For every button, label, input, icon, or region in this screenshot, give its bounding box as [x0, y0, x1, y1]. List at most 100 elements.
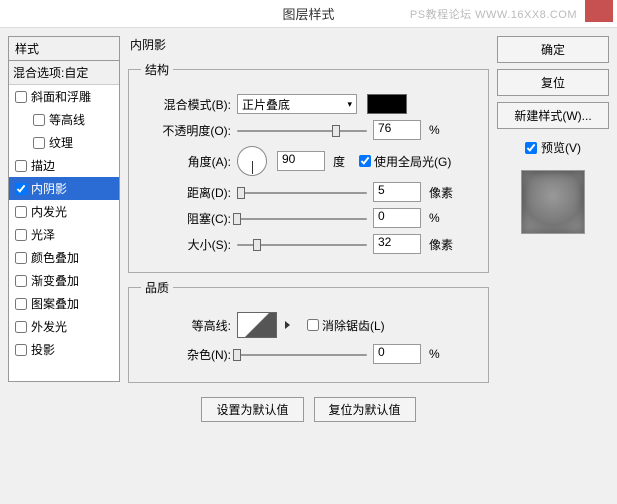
size-unit: 像素	[429, 236, 453, 253]
style-checkbox[interactable]	[15, 91, 27, 103]
style-checkbox[interactable]	[15, 252, 27, 264]
new-style-button[interactable]: 新建样式(W)...	[497, 102, 609, 129]
style-row[interactable]: 纹理	[9, 131, 119, 154]
style-checkbox[interactable]	[15, 183, 27, 195]
opacity-input[interactable]: 76	[373, 120, 421, 140]
style-label: 外发光	[31, 318, 67, 335]
angle-label: 角度(A):	[141, 153, 231, 170]
noise-label: 杂色(N):	[141, 346, 231, 363]
style-label: 颜色叠加	[31, 249, 79, 266]
noise-slider[interactable]	[237, 347, 367, 361]
style-row[interactable]: 外发光	[9, 315, 119, 338]
blend-mode-label: 混合模式(B):	[141, 96, 231, 113]
distance-row: 距离(D): 5 像素	[141, 182, 476, 202]
size-slider[interactable]	[237, 237, 367, 251]
choke-slider[interactable]	[237, 211, 367, 225]
reset-default-button[interactable]: 复位为默认值	[314, 397, 416, 422]
style-label: 斜面和浮雕	[31, 88, 91, 105]
style-checkbox[interactable]	[15, 275, 27, 287]
opacity-slider[interactable]	[237, 123, 367, 137]
styles-list[interactable]: 混合选项:自定斜面和浮雕等高线纹理描边内阴影内发光光泽颜色叠加渐变叠加图案叠加外…	[8, 60, 120, 382]
noise-unit: %	[429, 347, 440, 361]
contour-picker[interactable]	[237, 312, 277, 338]
choke-label: 阻塞(C):	[141, 210, 231, 227]
size-label: 大小(S):	[141, 236, 231, 253]
style-checkbox[interactable]	[15, 298, 27, 310]
preview-checkbox[interactable]: 预览(V)	[497, 139, 609, 156]
style-row[interactable]: 描边	[9, 154, 119, 177]
quality-legend: 品质	[141, 279, 173, 296]
preview-label: 预览(V)	[541, 139, 581, 156]
dialog-body: 样式 混合选项:自定斜面和浮雕等高线纹理描边内阴影内发光光泽颜色叠加渐变叠加图案…	[0, 28, 617, 504]
angle-unit: 度	[333, 153, 345, 170]
style-row[interactable]: 等高线	[9, 108, 119, 131]
ok-button[interactable]: 确定	[497, 36, 609, 63]
global-light-label: 使用全局光(G)	[374, 153, 451, 170]
noise-input[interactable]: 0	[373, 344, 421, 364]
structure-group: 结构 混合模式(B): 正片叠底 ▾ 不透明度(O): 76 % 角度(A):	[128, 61, 489, 273]
noise-row: 杂色(N): 0 %	[141, 344, 476, 364]
main-panel: 内阴影 结构 混合模式(B): 正片叠底 ▾ 不透明度(O): 76 %	[128, 36, 489, 496]
style-label: 纹理	[49, 134, 73, 151]
quality-group: 品质 等高线: 消除锯齿(L) 杂色(N): 0 %	[128, 279, 489, 383]
style-row[interactable]: 投影	[9, 338, 119, 361]
global-light-checkbox[interactable]: 使用全局光(G)	[359, 153, 451, 170]
style-label: 内阴影	[31, 180, 67, 197]
style-row[interactable]: 内发光	[9, 200, 119, 223]
style-row[interactable]: 颜色叠加	[9, 246, 119, 269]
preview-input[interactable]	[525, 142, 537, 154]
style-checkbox[interactable]	[15, 321, 27, 333]
distance-unit: 像素	[429, 184, 453, 201]
distance-slider[interactable]	[237, 185, 367, 199]
choke-unit: %	[429, 211, 440, 225]
structure-legend: 结构	[141, 61, 173, 78]
style-label: 渐变叠加	[31, 272, 79, 289]
window-title: 图层样式	[282, 4, 334, 23]
style-row[interactable]: 斜面和浮雕	[9, 85, 119, 108]
styles-panel: 样式 混合选项:自定斜面和浮雕等高线纹理描边内阴影内发光光泽颜色叠加渐变叠加图案…	[8, 36, 120, 496]
antialias-checkbox[interactable]: 消除锯齿(L)	[307, 317, 385, 334]
cancel-button[interactable]: 复位	[497, 69, 609, 96]
angle-row: 角度(A): 90 度 使用全局光(G)	[141, 146, 476, 176]
style-checkbox[interactable]	[15, 229, 27, 241]
distance-input[interactable]: 5	[373, 182, 421, 202]
chevron-down-icon: ▾	[347, 99, 352, 110]
global-light-input[interactable]	[359, 155, 371, 167]
defaults-row: 设置为默认值 复位为默认值	[128, 397, 489, 422]
antialias-label: 消除锯齿(L)	[322, 317, 385, 334]
contour-row: 等高线: 消除锯齿(L)	[141, 312, 476, 338]
choke-input[interactable]: 0	[373, 208, 421, 228]
size-row: 大小(S): 32 像素	[141, 234, 476, 254]
set-default-button[interactable]: 设置为默认值	[201, 397, 303, 422]
styles-header: 样式	[8, 36, 120, 60]
style-row[interactable]: 光泽	[9, 223, 119, 246]
style-row[interactable]: 内阴影	[9, 177, 119, 200]
style-row[interactable]: 渐变叠加	[9, 269, 119, 292]
titlebar: 图层样式 PS教程论坛 WWW.16XX8.COM	[0, 0, 617, 28]
blend-mode-row: 混合模式(B): 正片叠底 ▾	[141, 94, 476, 114]
style-label: 内发光	[31, 203, 67, 220]
close-button[interactable]	[585, 0, 613, 22]
style-checkbox[interactable]	[15, 206, 27, 218]
style-label: 描边	[31, 157, 55, 174]
opacity-label: 不透明度(O):	[141, 122, 231, 139]
style-checkbox[interactable]	[33, 114, 45, 126]
style-row[interactable]: 图案叠加	[9, 292, 119, 315]
shadow-color-swatch[interactable]	[367, 94, 407, 114]
style-checkbox[interactable]	[33, 137, 45, 149]
style-label: 投影	[31, 341, 55, 358]
right-panel: 确定 复位 新建样式(W)... 预览(V)	[497, 36, 609, 496]
distance-label: 距离(D):	[141, 184, 231, 201]
angle-input[interactable]: 90	[277, 151, 325, 171]
opacity-unit: %	[429, 123, 440, 137]
antialias-input[interactable]	[307, 319, 319, 331]
watermark-text: PS教程论坛 WWW.16XX8.COM	[410, 6, 577, 22]
style-checkbox[interactable]	[15, 344, 27, 356]
angle-dial[interactable]	[237, 146, 267, 176]
effect-title: 内阴影	[128, 36, 489, 53]
blend-mode-select[interactable]: 正片叠底 ▾	[237, 94, 357, 114]
opacity-row: 不透明度(O): 76 %	[141, 120, 476, 140]
size-input[interactable]: 32	[373, 234, 421, 254]
blend-options-row[interactable]: 混合选项:自定	[9, 61, 119, 85]
style-checkbox[interactable]	[15, 160, 27, 172]
